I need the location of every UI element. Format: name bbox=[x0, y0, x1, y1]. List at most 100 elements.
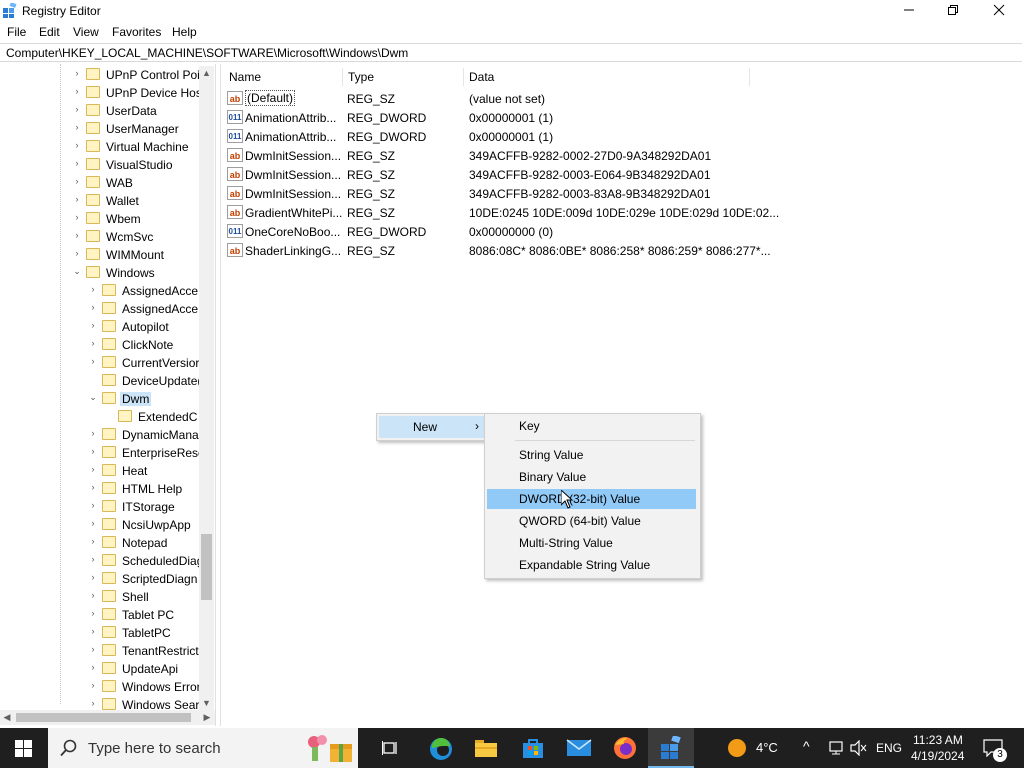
chevron-right-icon[interactable]: › bbox=[88, 356, 98, 366]
clock-time[interactable]: 11:23 AM bbox=[913, 733, 963, 747]
value-row[interactable]: ab GradientWhitePi... REG_SZ 10DE:0245 10DE… bbox=[221, 203, 781, 222]
tree-item[interactable]: › HTML Help bbox=[0, 480, 200, 498]
tree-vertical-scrollbar[interactable]: ▲ ▼ bbox=[199, 66, 214, 710]
tree-hscroll-thumb[interactable] bbox=[16, 713, 191, 722]
menu-view[interactable]: View bbox=[73, 25, 99, 39]
chevron-down-icon[interactable]: ⌄ bbox=[72, 266, 82, 277]
chevron-right-icon[interactable]: › bbox=[88, 608, 98, 618]
tree-item[interactable]: › ScriptedDiagn bbox=[0, 570, 200, 588]
menu-edit[interactable]: Edit bbox=[39, 25, 60, 39]
chevron-down-icon[interactable]: ⌄ bbox=[88, 392, 98, 403]
submenu-multi-string-value[interactable]: Multi-String Value bbox=[487, 533, 696, 553]
tree-item[interactable]: › Autopilot bbox=[0, 318, 200, 336]
column-header-type[interactable]: Type bbox=[348, 70, 374, 84]
scroll-right-icon[interactable]: ▶ bbox=[200, 710, 214, 725]
tree-item[interactable]: › UPnP Device Hos bbox=[0, 84, 202, 102]
chevron-right-icon[interactable]: › bbox=[72, 68, 82, 78]
tree-item[interactable]: › UPnP Control Poi bbox=[0, 66, 200, 84]
tree-item[interactable]: › Tablet PC bbox=[0, 606, 200, 624]
taskbar-search-box[interactable]: Type here to search bbox=[48, 728, 358, 768]
value-row[interactable]: ab ShaderLinkingG... REG_SZ 8086:08C* 8086:… bbox=[221, 241, 781, 260]
value-row[interactable]: 011 AnimationAttrib... REG_DWORD 0x00000001… bbox=[221, 108, 781, 127]
tree-item[interactable]: ⌄ Dwm bbox=[0, 390, 200, 408]
clock-date[interactable]: 4/19/2024 bbox=[911, 749, 964, 763]
tree-item[interactable]: › AssignedAcce bbox=[0, 300, 200, 318]
column-header-name[interactable]: Name bbox=[229, 70, 261, 84]
value-row[interactable]: ab DwmInitSession... REG_SZ 349ACFFB-9282-0… bbox=[221, 146, 781, 165]
tree-item[interactable]: › ITStorage bbox=[0, 498, 200, 516]
column-separator[interactable] bbox=[463, 68, 464, 86]
language-indicator[interactable]: ENG bbox=[876, 741, 902, 755]
tree-item[interactable]: › UserData bbox=[0, 102, 200, 120]
menu-help[interactable]: Help bbox=[172, 25, 197, 39]
tree-item[interactable]: › WIMMount bbox=[0, 246, 200, 264]
network-icon[interactable] bbox=[829, 740, 845, 756]
store-taskbar-button[interactable] bbox=[510, 728, 556, 768]
chevron-right-icon[interactable]: › bbox=[88, 572, 98, 582]
tree-item[interactable]: DeviceUpdate( bbox=[0, 372, 201, 390]
mail-taskbar-button[interactable] bbox=[556, 728, 602, 768]
tree-item[interactable]: › AssignedAcce bbox=[0, 282, 200, 300]
chevron-right-icon[interactable]: › bbox=[88, 428, 98, 438]
chevron-right-icon[interactable]: › bbox=[88, 536, 98, 546]
chevron-right-icon[interactable]: › bbox=[72, 158, 82, 168]
chevron-right-icon[interactable]: › bbox=[88, 302, 98, 312]
chevron-right-icon[interactable]: › bbox=[88, 698, 98, 708]
tree-item[interactable]: › ClickNote bbox=[0, 336, 200, 354]
firefox-taskbar-button[interactable] bbox=[602, 728, 648, 768]
menu-favorites[interactable]: Favorites bbox=[112, 25, 161, 39]
weather-temperature[interactable]: 4°C bbox=[756, 740, 778, 755]
chevron-right-icon[interactable]: › bbox=[88, 590, 98, 600]
tree-item[interactable]: › DynamicMana bbox=[0, 426, 200, 444]
chevron-right-icon[interactable]: › bbox=[88, 626, 98, 636]
registry-editor-taskbar-button[interactable] bbox=[648, 728, 694, 768]
column-separator[interactable] bbox=[749, 68, 750, 86]
task-view-button[interactable] bbox=[368, 728, 414, 768]
tree-item[interactable]: › TenantRestrict bbox=[0, 642, 200, 660]
start-button[interactable] bbox=[0, 728, 48, 768]
menu-file[interactable]: File bbox=[7, 25, 26, 39]
edge-taskbar-button[interactable] bbox=[418, 728, 464, 768]
scroll-down-icon[interactable]: ▼ bbox=[199, 696, 214, 710]
value-row[interactable]: 011 AnimationAttrib... REG_DWORD 0x00000001… bbox=[221, 127, 781, 146]
tree-item[interactable]: › Shell bbox=[0, 588, 200, 606]
tree-item[interactable]: › VisualStudio bbox=[0, 156, 200, 174]
chevron-right-icon[interactable]: › bbox=[88, 464, 98, 474]
value-row[interactable]: ab (Default) REG_SZ (value not set) bbox=[221, 89, 781, 108]
weather-sun-icon[interactable] bbox=[727, 738, 747, 758]
chevron-right-icon[interactable]: › bbox=[72, 230, 82, 240]
tree-item[interactable]: › NcsiUwpApp bbox=[0, 516, 200, 534]
tree-item[interactable]: › Wbem bbox=[0, 210, 200, 228]
chevron-right-icon[interactable]: › bbox=[72, 212, 82, 222]
tree-item[interactable]: › CurrentVersior bbox=[0, 354, 200, 372]
submenu-dword-value[interactable]: DWORD (32-bit) Value bbox=[487, 489, 696, 509]
chevron-right-icon[interactable]: › bbox=[88, 482, 98, 492]
chevron-right-icon[interactable]: › bbox=[88, 338, 98, 348]
chevron-right-icon[interactable]: › bbox=[88, 320, 98, 330]
chevron-right-icon[interactable]: › bbox=[88, 518, 98, 528]
chevron-right-icon[interactable]: › bbox=[72, 122, 82, 132]
address-bar[interactable]: Computer\HKEY_LOCAL_MACHINE\SOFTWARE\Mic… bbox=[0, 43, 1022, 62]
tree-item[interactable]: › Virtual Machine bbox=[0, 138, 200, 156]
scroll-left-icon[interactable]: ◀ bbox=[0, 710, 14, 725]
tree-horizontal-scrollbar[interactable]: ◀ ▶ bbox=[0, 710, 215, 725]
chevron-right-icon[interactable]: › bbox=[72, 86, 82, 96]
submenu-key[interactable]: Key bbox=[487, 416, 696, 436]
tree-item[interactable]: › WcmSvc bbox=[0, 228, 200, 246]
tree-item[interactable]: › Notepad bbox=[0, 534, 200, 552]
maximize-button[interactable] bbox=[930, 0, 976, 22]
column-separator[interactable] bbox=[342, 68, 343, 86]
chevron-right-icon[interactable]: › bbox=[88, 446, 98, 456]
tree-item[interactable]: › UserManager bbox=[0, 120, 200, 138]
value-row[interactable]: ab DwmInitSession... REG_SZ 349ACFFB-9282-0… bbox=[221, 165, 781, 184]
tree-item[interactable]: › Windows Error bbox=[0, 678, 201, 696]
chevron-right-icon[interactable]: › bbox=[72, 176, 82, 186]
chevron-right-icon[interactable]: › bbox=[88, 500, 98, 510]
tree-item[interactable]: › ScheduledDiag bbox=[0, 552, 203, 570]
tree-item[interactable]: › EnterpriseResc bbox=[0, 444, 204, 462]
chevron-right-icon[interactable]: › bbox=[72, 248, 82, 258]
chevron-right-icon[interactable]: › bbox=[88, 554, 98, 564]
chevron-right-icon[interactable]: › bbox=[72, 194, 82, 204]
minimize-button[interactable] bbox=[886, 0, 932, 22]
submenu-expandable-string-value[interactable]: Expandable String Value bbox=[487, 555, 696, 575]
